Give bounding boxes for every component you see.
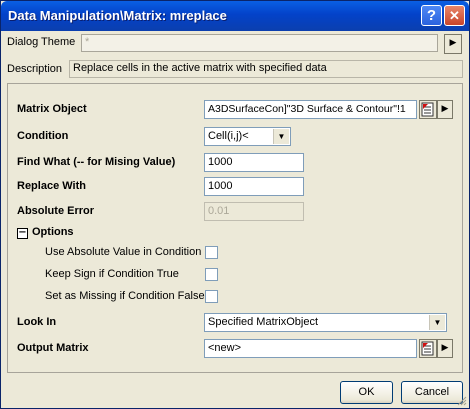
output-picker-icon[interactable] — [419, 339, 437, 358]
theme-menu-arrow-icon[interactable]: ▶ — [444, 34, 462, 54]
keep-sign-label: Keep Sign if Condition True — [45, 268, 179, 280]
set-missing-checkbox[interactable] — [205, 290, 218, 303]
absolute-error-label: Absolute Error — [17, 205, 95, 217]
output-matrix-label: Output Matrix — [17, 342, 89, 354]
chevron-down-icon[interactable]: ▼ — [429, 315, 445, 330]
matrix-picker-icon[interactable] — [419, 100, 437, 119]
output-matrix-arrow-icon[interactable]: ▶ — [437, 339, 453, 358]
window-title: Data Manipulation\Matrix: mreplace — [8, 8, 227, 23]
look-in-value: Specified MatrixObject — [208, 316, 319, 328]
condition-value: Cell(i,j)< — [208, 130, 249, 142]
chevron-down-icon[interactable]: ▼ — [273, 129, 289, 144]
absolute-error-input: 0.01 — [204, 202, 304, 221]
look-in-label: Look In — [17, 316, 57, 328]
collapse-options-icon[interactable]: − — [17, 228, 28, 239]
use-absolute-label: Use Absolute Value in Condition — [45, 246, 202, 258]
find-what-input[interactable]: 1000 — [204, 153, 304, 172]
title-bar[interactable]: Data Manipulation\Matrix: mreplace ? ✕ — [1, 1, 469, 31]
close-button[interactable]: ✕ — [444, 5, 465, 26]
dialog-theme-label: Dialog Theme — [7, 36, 76, 48]
condition-label: Condition — [17, 130, 69, 142]
ok-button[interactable]: OK — [340, 381, 393, 404]
matrix-object-label: Matrix Object — [17, 103, 87, 115]
use-absolute-checkbox[interactable] — [205, 246, 218, 259]
description-text: Replace cells in the active matrix with … — [69, 60, 463, 78]
replace-with-input[interactable]: 1000 — [204, 177, 304, 196]
keep-sign-checkbox[interactable] — [205, 268, 218, 281]
output-matrix-field[interactable]: <new> — [204, 339, 417, 358]
condition-select[interactable]: Cell(i,j)< ▼ — [204, 127, 291, 146]
settings-panel: Matrix Object A3DSurfaceCon]"3D Surface … — [7, 83, 463, 373]
description-label: Description — [7, 63, 63, 75]
replace-with-label: Replace With — [17, 180, 86, 192]
find-what-label: Find What (-- for Mising Value) — [17, 156, 176, 168]
help-button[interactable]: ? — [421, 5, 442, 26]
matrix-object-field[interactable]: A3DSurfaceCon]"3D Surface & Contour"!1 — [204, 100, 417, 119]
cancel-button[interactable]: Cancel — [401, 381, 463, 404]
options-label: Options — [32, 226, 74, 238]
look-in-select[interactable]: Specified MatrixObject ▼ — [204, 313, 447, 332]
resize-grip-icon[interactable] — [455, 394, 467, 406]
dialog-theme-field[interactable]: * — [81, 34, 438, 52]
dialog-window: Data Manipulation\Matrix: mreplace ? ✕ D… — [0, 0, 470, 409]
set-missing-label: Set as Missing if Condition False — [45, 290, 205, 302]
matrix-object-arrow-icon[interactable]: ▶ — [437, 100, 453, 119]
